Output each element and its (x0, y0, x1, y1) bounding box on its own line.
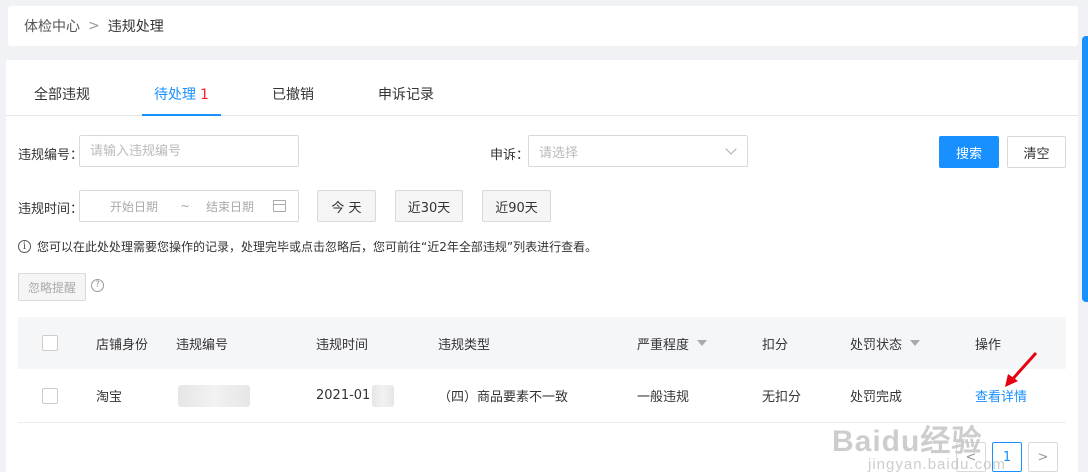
header-violation-id: 违规编号 (176, 337, 229, 353)
tab-pending[interactable]: 待处理 1 (142, 84, 221, 116)
violation-id-input[interactable] (79, 135, 299, 167)
header-deduction: 扣分 (762, 337, 789, 353)
tab-appeal-records[interactable]: 申诉记录 (378, 84, 434, 116)
info-notice: i 您可以在此处处理需要您操作的记录，处理完毕或点击忽略后，您可前往“近2年全部… (18, 238, 597, 255)
select-all-checkbox[interactable] (42, 335, 58, 351)
watermark: Baidu经验 jingyan.baidu.com (832, 416, 1005, 472)
cell-penalty-status: 处罚完成 (850, 390, 903, 405)
info-text: 您可以在此处处理需要您操作的记录，处理完毕或点击忽略后，您可前往“近2年全部违规… (37, 240, 598, 254)
annotation-arrow-icon (1005, 352, 1038, 387)
violation-time-label: 违规时间： (18, 202, 84, 217)
header-violation-type: 违规类型 (438, 337, 491, 353)
search-button[interactable]: 搜索 (939, 136, 999, 168)
header-penalty-status-label: 处罚状态 (850, 337, 903, 353)
breadcrumb: 体检中心 > 违规处理 (8, 6, 1078, 46)
tab-label: 全部违规 (34, 87, 90, 103)
appeal-select-placeholder: 请选择 (539, 145, 579, 161)
cell-violation-type: （四）商品要素不一致 (438, 390, 569, 405)
cell-severity: 一般违规 (637, 390, 690, 405)
pending-count-badge: 1 (200, 87, 209, 103)
next-page-button[interactable]: > (1028, 442, 1058, 472)
header-shop-identity: 店铺身份 (96, 337, 149, 353)
filter-icon[interactable] (910, 340, 921, 346)
violations-table: 店铺身份 违规编号 违规时间 违规类型 严重程度 扣分 处罚状态 操作 淘宝 2… (18, 317, 1066, 423)
clear-button[interactable]: 清空 (1007, 136, 1066, 168)
table-row: 淘宝 2021-01 （四）商品要素不一致 一般违规 无扣分 处罚完成 查看详情 (18, 369, 1066, 423)
appeal-label: 申诉： (490, 148, 530, 163)
side-scroll-strip[interactable] (1082, 36, 1088, 302)
cell-shop-identity: 淘宝 (96, 390, 123, 405)
last-30-days-button[interactable]: 近30天 (395, 190, 463, 222)
tab-label: 待处理 (154, 87, 196, 103)
date-range-picker[interactable]: 开始日期 ~ 结束日期 (79, 190, 299, 222)
header-severity[interactable]: 严重程度 (637, 317, 708, 369)
row-checkbox[interactable] (42, 387, 58, 404)
calendar-icon[interactable] (273, 200, 286, 212)
help-icon[interactable]: ? (91, 279, 104, 292)
redacted-time-suffix (372, 384, 395, 407)
last-90-days-button[interactable]: 近90天 (482, 190, 551, 222)
today-button[interactable]: 今 天 (317, 190, 376, 222)
info-icon: i (18, 240, 31, 253)
tab-label: 已撤销 (272, 87, 314, 103)
tab-label: 申诉记录 (378, 87, 434, 103)
header-penalty-status[interactable]: 处罚状态 (850, 317, 921, 369)
watermark-url: jingyan.baidu.com (868, 456, 1006, 472)
breadcrumb-root-link[interactable]: 体检中心 (24, 16, 80, 36)
start-date-field[interactable]: 开始日期 (110, 198, 158, 215)
cell-deduction: 无扣分 (762, 390, 802, 405)
end-date-field[interactable]: 结束日期 (206, 198, 254, 215)
chevron-down-icon (725, 143, 737, 155)
tab-all-violations[interactable]: 全部违规 (34, 84, 90, 116)
table-header-row: 店铺身份 违规编号 违规时间 违规类型 严重程度 扣分 处罚状态 操作 (18, 317, 1066, 369)
date-range-separator: ~ (180, 199, 191, 213)
ignore-reminder-button[interactable]: 忽略提醒 (18, 273, 86, 301)
header-severity-label: 严重程度 (637, 337, 690, 353)
main-panel: 全部违规 待处理1 已撤销 申诉记录 违规编号： 申诉： 请选择 搜索 清空 违… (6, 60, 1078, 472)
header-violation-time: 违规时间 (316, 337, 369, 353)
violation-id-label: 违规编号： (18, 148, 84, 163)
redacted-violation-id (178, 384, 250, 407)
tab-revoked[interactable]: 已撤销 (272, 84, 314, 116)
filter-icon[interactable] (697, 340, 708, 346)
tab-bar: 全部违规 待处理 1 已撤销 申诉记录 (6, 60, 1078, 116)
watermark-logo: Baidu经验 (832, 425, 983, 458)
appeal-select[interactable]: 请选择 (528, 135, 748, 167)
cell-violation-time: 2021-01 (316, 388, 371, 403)
breadcrumb-current: 违规处理 (107, 19, 164, 35)
breadcrumb-separator: > (88, 18, 100, 34)
